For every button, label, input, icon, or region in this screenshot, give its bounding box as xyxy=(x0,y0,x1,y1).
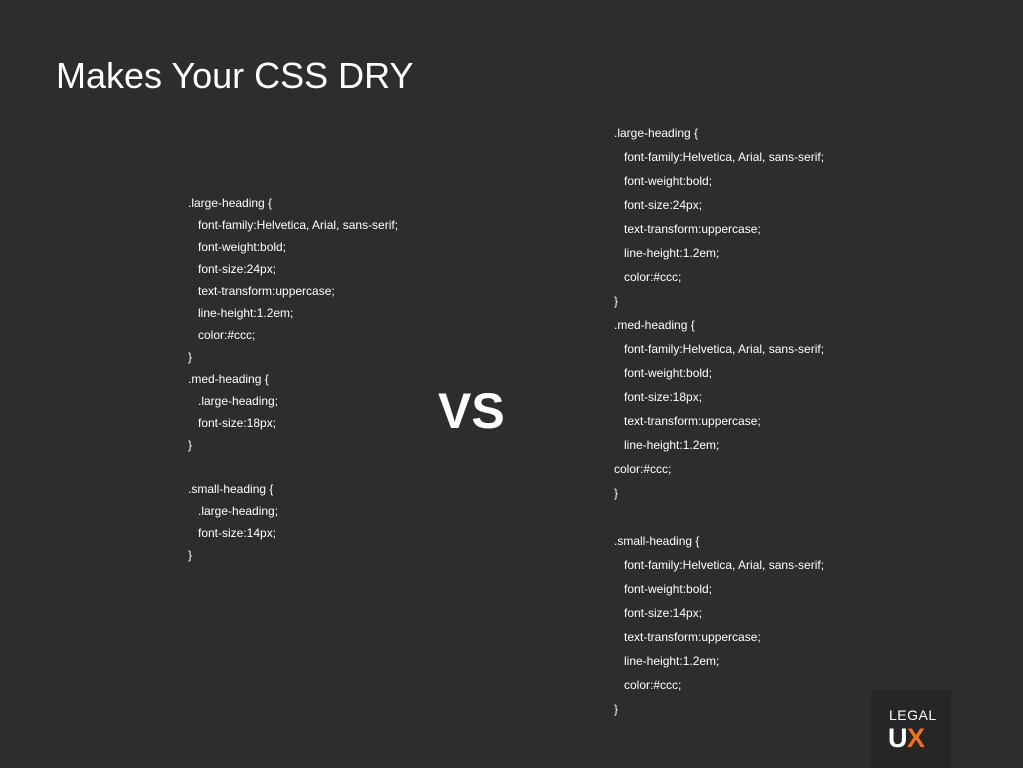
code-line: .small-heading { xyxy=(188,482,274,496)
code-line: font-size:18px; xyxy=(198,416,277,430)
code-line: font-size:14px; xyxy=(198,526,277,540)
code-line: color:#ccc; xyxy=(614,462,672,476)
code-line: font-size:14px; xyxy=(624,606,703,620)
code-line: line-height:1.2em; xyxy=(624,654,720,668)
code-line: text-transform:uppercase; xyxy=(624,222,761,236)
code-line: } xyxy=(614,702,619,716)
code-line: .med-heading { xyxy=(614,318,695,332)
logo-letter-x: X xyxy=(907,723,925,753)
code-line: font-family:Helvetica, Arial, sans-serif… xyxy=(624,150,825,164)
dry-css-code-block: .large-heading { font-family:Helvetica, A… xyxy=(188,192,398,566)
code-line: line-height:1.2em; xyxy=(198,306,294,320)
code-line: font-weight:bold; xyxy=(624,174,713,188)
code-line: line-height:1.2em; xyxy=(624,246,720,260)
code-line: } xyxy=(614,486,619,500)
code-line: font-weight:bold; xyxy=(624,582,713,596)
code-line: } xyxy=(188,350,193,364)
code-line: font-weight:bold; xyxy=(624,366,713,380)
code-line: } xyxy=(614,294,619,308)
code-line: .large-heading; xyxy=(198,394,279,408)
logo-letter-u: U xyxy=(888,723,908,753)
code-line: font-size:24px; xyxy=(198,262,277,276)
code-line: .large-heading { xyxy=(188,196,273,210)
code-line: .small-heading { xyxy=(614,534,700,548)
code-line: line-height:1.2em; xyxy=(624,438,720,452)
logo-legal-text: LEGAL xyxy=(889,707,937,723)
code-line: color:#ccc; xyxy=(198,328,256,342)
legal-ux-logo: LEGAL UX xyxy=(871,690,951,768)
code-line: font-family:Helvetica, Arial, sans-serif… xyxy=(624,558,825,572)
code-line: } xyxy=(188,438,193,452)
code-line: .large-heading; xyxy=(198,504,279,518)
code-line: .large-heading { xyxy=(614,126,699,140)
code-line: .med-heading { xyxy=(188,372,269,386)
vs-label: VS xyxy=(438,383,505,439)
code-line: font-family:Helvetica, Arial, sans-serif… xyxy=(624,342,825,356)
code-line: text-transform:uppercase; xyxy=(198,284,335,298)
code-line: font-size:18px; xyxy=(624,390,703,404)
code-line: color:#ccc; xyxy=(624,270,682,284)
code-line: text-transform:uppercase; xyxy=(624,414,761,428)
logo-ux-text: UX xyxy=(888,723,925,753)
code-line: color:#ccc; xyxy=(624,678,682,692)
code-line: font-family:Helvetica, Arial, sans-serif… xyxy=(198,218,399,232)
code-line: } xyxy=(188,548,193,562)
code-line: text-transform:uppercase; xyxy=(624,630,761,644)
slide-title: Makes Your CSS DRY xyxy=(56,55,414,96)
code-line: font-weight:bold; xyxy=(198,240,287,254)
code-line: font-size:24px; xyxy=(624,198,703,212)
repetitive-css-code-block: .large-heading { font-family:Helvetica, A… xyxy=(614,121,824,721)
